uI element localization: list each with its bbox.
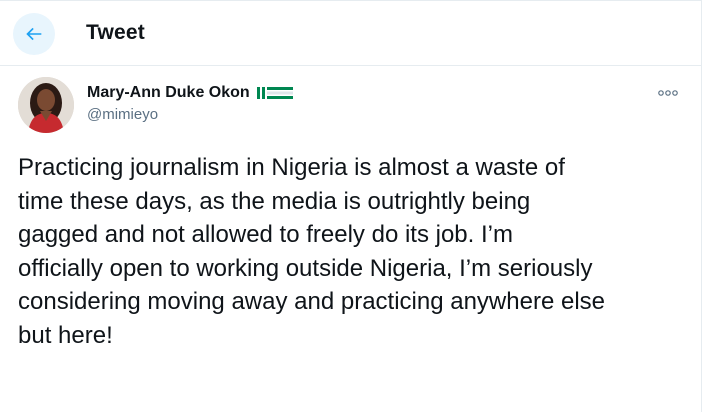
tweet-line: but here!	[18, 321, 113, 349]
author-name-row: Mary-Ann Duke Okon	[87, 84, 293, 102]
tweet-line: time these days, as the media is outrigh…	[18, 187, 531, 215]
tweet-line: officially open to working outside Niger…	[18, 254, 593, 282]
author-display-name[interactable]: Mary-Ann Duke Okon	[87, 84, 250, 102]
author-handle[interactable]: @mimieyo	[87, 106, 158, 123]
more-icon	[658, 90, 678, 96]
tweet-line: Practicing journalism in Nigeria is almo…	[18, 154, 565, 181]
tweet-line: considering moving away and practicing a…	[18, 288, 605, 315]
timeline-column: Tweet Mary-Ann Duke Okon @mimieyo Practi…	[0, 0, 702, 412]
more-options-button[interactable]	[655, 85, 681, 101]
arrow-left-icon	[26, 27, 42, 41]
avatar[interactable]	[18, 77, 74, 133]
nigeria-flag-icon	[256, 85, 293, 101]
tweet-page: Tweet Mary-Ann Duke Okon @mimieyo Practi…	[0, 0, 720, 412]
page-header: Tweet	[0, 0, 701, 66]
tweet-line: gagged and not allowed to freely do its …	[18, 221, 513, 248]
tweet-text: Practicing journalism in Nigeria is almo…	[18, 151, 690, 352]
page-title: Tweet	[86, 21, 145, 44]
back-button[interactable]	[13, 13, 55, 55]
